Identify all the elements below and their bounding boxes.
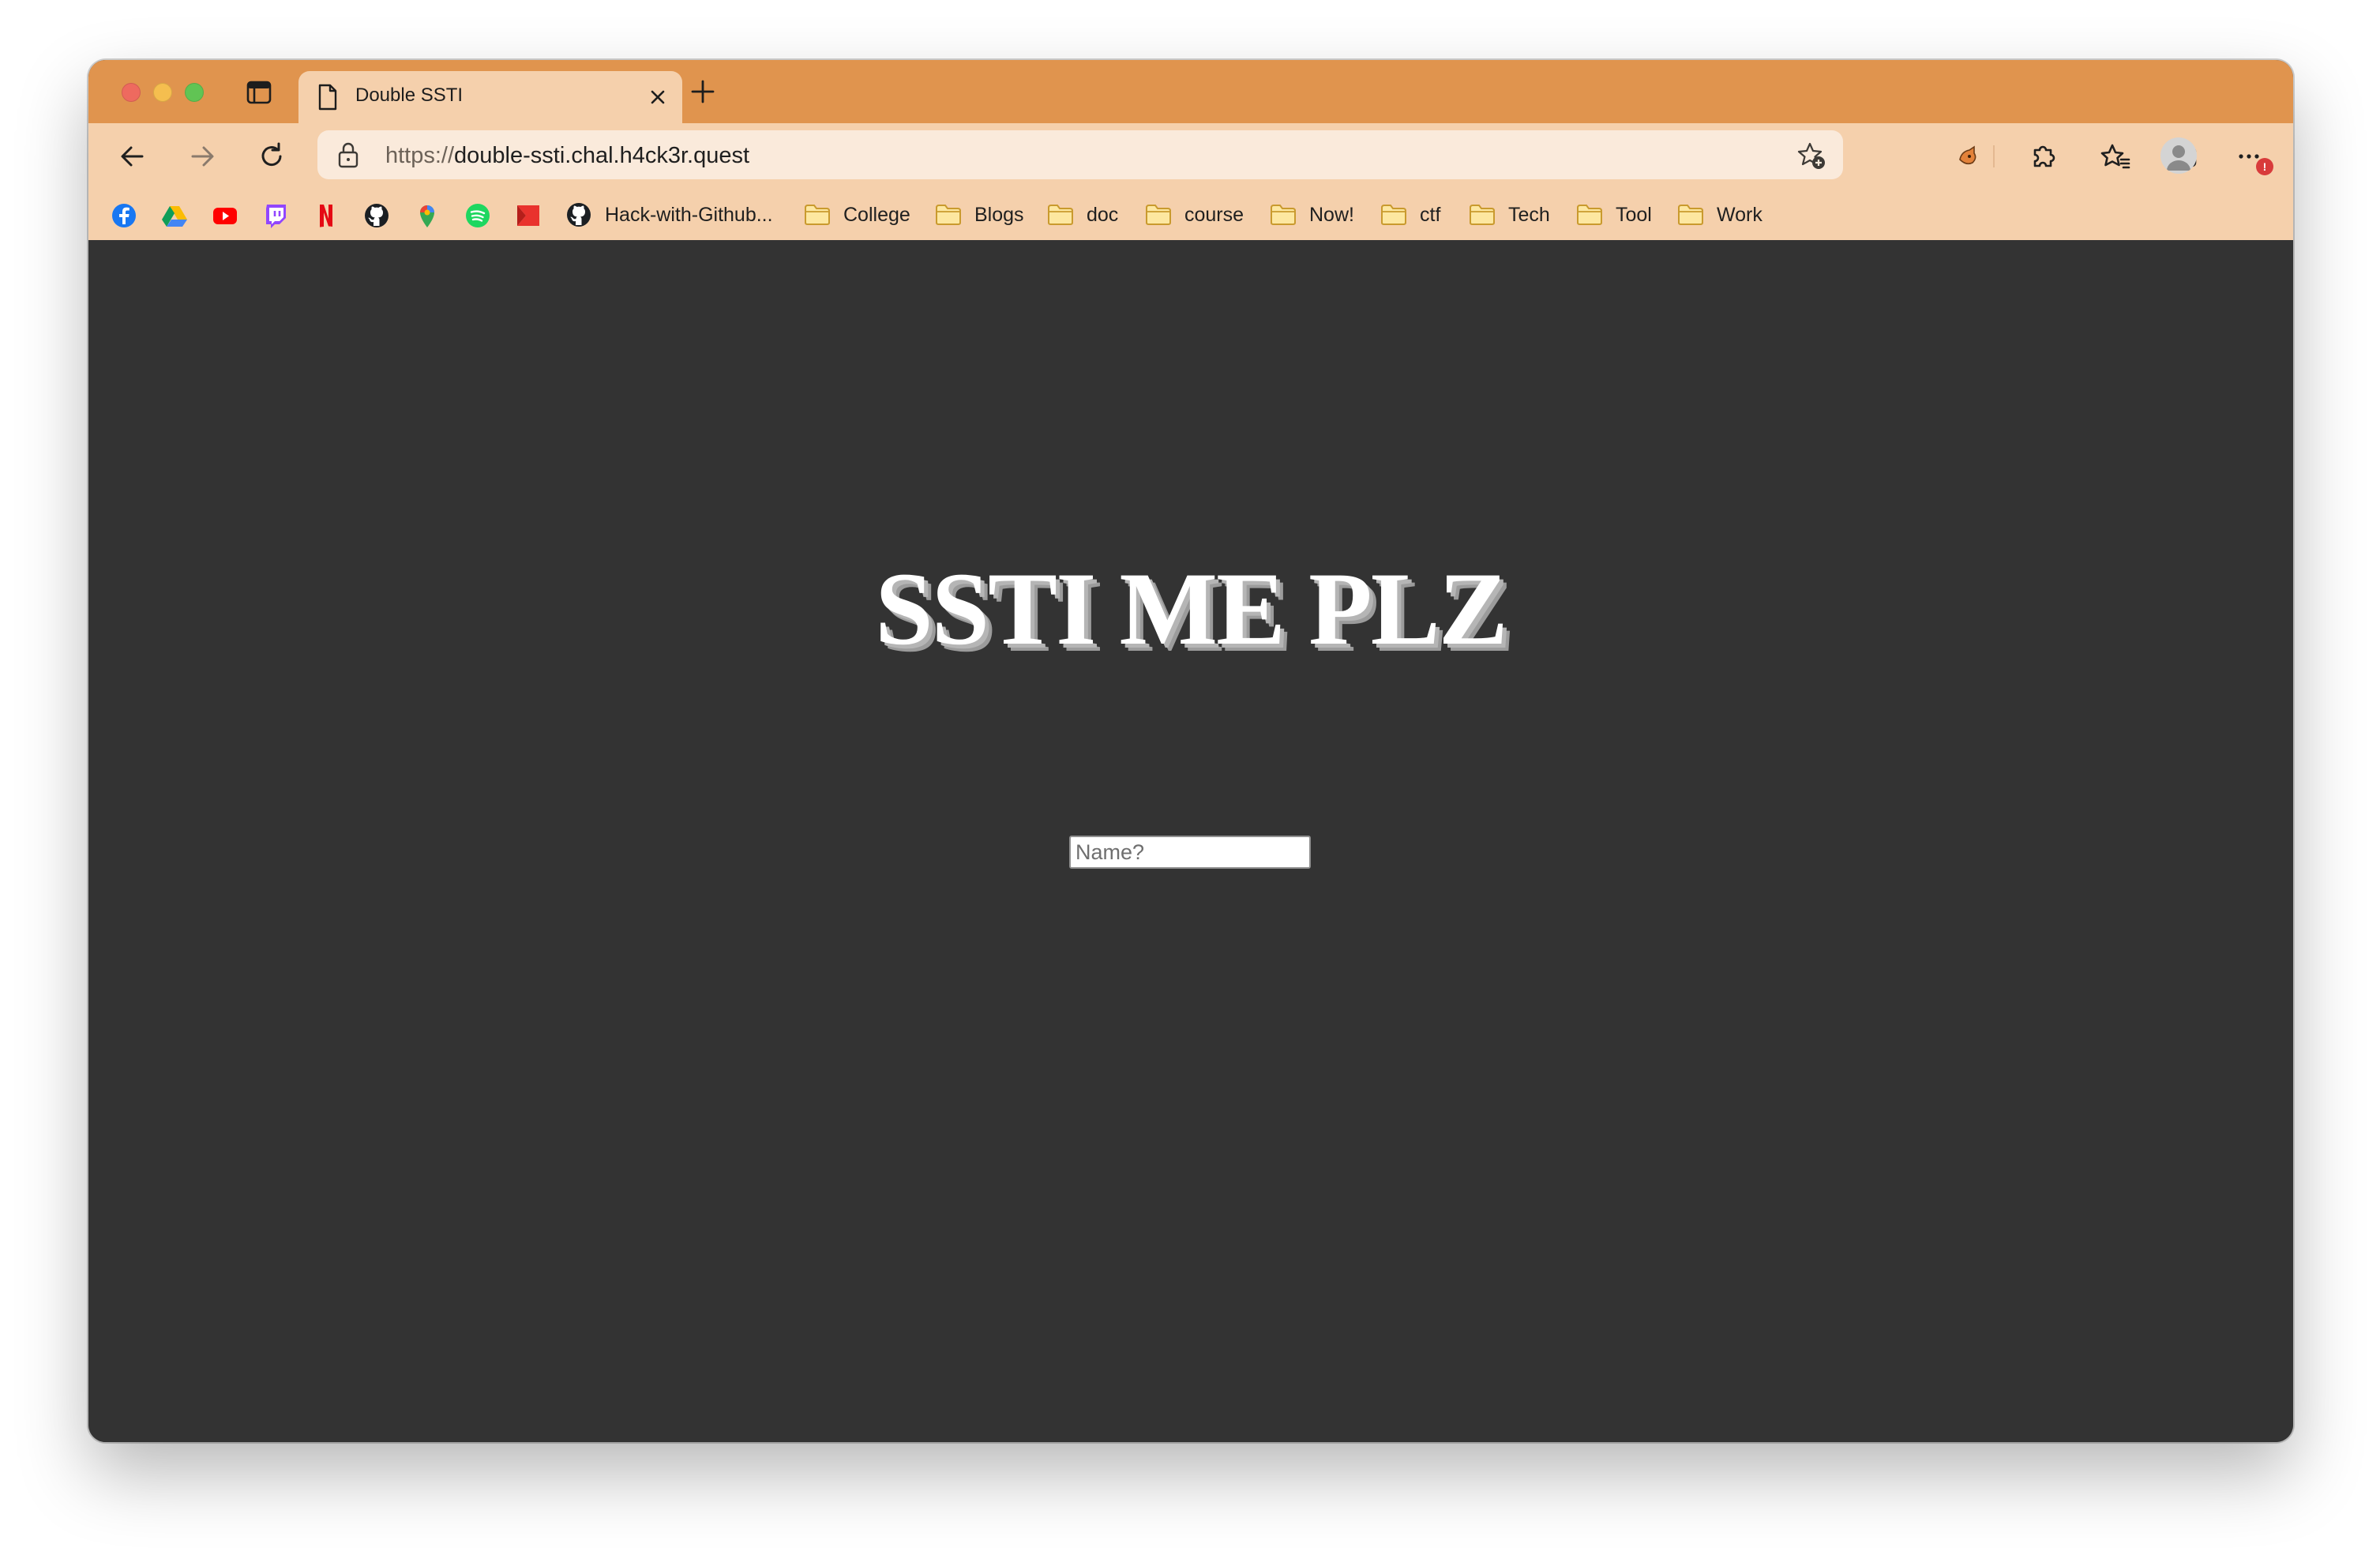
back-icon[interactable] xyxy=(115,139,150,174)
folder-icon xyxy=(1047,204,1074,226)
lock-icon[interactable] xyxy=(336,141,360,168)
extension-fox-icon[interactable] xyxy=(1950,139,1985,174)
bookmark-folder-doc[interactable]: doc xyxy=(1047,200,1118,230)
bookmark-label: Blogs xyxy=(974,203,1024,226)
forward-icon[interactable] xyxy=(185,139,220,174)
new-tab-icon[interactable] xyxy=(689,77,717,106)
page-content: SSTI ME PLZ xyxy=(88,240,2293,1442)
favorites-icon[interactable] xyxy=(2097,139,2132,174)
twitch-icon[interactable] xyxy=(262,202,289,229)
bookmark-folder-college[interactable]: College xyxy=(804,200,910,230)
bookmark-label: doc xyxy=(1087,203,1119,226)
github-icon[interactable] xyxy=(363,202,390,229)
page-icon xyxy=(317,84,338,111)
tab-title: Double SSTI xyxy=(355,85,464,106)
page-title: SSTI ME PLZ xyxy=(875,550,1508,667)
tab-actions-icon[interactable] xyxy=(246,81,272,104)
name-input[interactable] xyxy=(1069,836,1311,869)
browser-window: Double SSTI https://double-ssti.chal.h4c… xyxy=(88,60,2293,1442)
bookmarks-bar: Hack-with-Github... College Blogs doc co xyxy=(88,190,2293,240)
toolbar-divider xyxy=(1993,145,1995,167)
bookmark-label: course xyxy=(1184,203,1244,226)
maximize-window-button[interactable] xyxy=(185,83,204,102)
folder-icon xyxy=(935,204,962,226)
close-window-button[interactable] xyxy=(122,83,141,102)
folder-icon xyxy=(1270,204,1297,226)
bookmark-label: Hack-with-Github... xyxy=(605,203,773,226)
address-bar[interactable]: https://double-ssti.chal.h4ck3r.quest xyxy=(317,130,1843,179)
add-favorite-icon[interactable] xyxy=(1796,140,1827,171)
url-scheme: https:// xyxy=(385,143,455,168)
bookmark-red-icon[interactable] xyxy=(515,202,542,229)
bookmark-folder-course[interactable]: course xyxy=(1145,200,1244,230)
folder-icon xyxy=(1380,204,1407,226)
close-tab-icon[interactable] xyxy=(648,87,668,107)
google-maps-icon[interactable] xyxy=(414,202,441,229)
bookmark-label: Tech xyxy=(1508,203,1550,226)
folder-icon xyxy=(1469,204,1496,226)
youtube-icon[interactable] xyxy=(212,202,238,229)
bookmark-folder-now[interactable]: Now! xyxy=(1270,200,1354,230)
tab-strip: Double SSTI xyxy=(88,60,2293,123)
folder-icon xyxy=(804,204,831,226)
folder-icon xyxy=(1677,204,1704,226)
url-host: double-ssti.chal.h4ck3r.quest xyxy=(454,143,750,168)
toolbar: https://double-ssti.chal.h4ck3r.quest ! xyxy=(88,123,2293,190)
folder-icon xyxy=(1145,204,1172,226)
profile-avatar[interactable] xyxy=(2160,137,2197,174)
github-icon xyxy=(565,201,592,228)
bookmark-folder-work[interactable]: Work xyxy=(1677,200,1762,230)
bookmark-label: Tool xyxy=(1616,203,1652,226)
folder-icon xyxy=(1576,204,1603,226)
minimize-window-button[interactable] xyxy=(153,83,172,102)
bookmark-folder-tool[interactable]: Tool xyxy=(1576,200,1652,230)
active-tab[interactable]: Double SSTI xyxy=(298,71,682,123)
spotify-icon[interactable] xyxy=(464,202,491,229)
bookmark-folder-tech[interactable]: Tech xyxy=(1469,200,1550,230)
notification-badge: ! xyxy=(2256,158,2273,175)
extensions-icon[interactable] xyxy=(2025,139,2060,174)
bookmark-label: Now! xyxy=(1309,203,1354,226)
google-drive-icon[interactable] xyxy=(161,202,188,229)
bookmark-hack-with-github[interactable]: Hack-with-Github... xyxy=(565,200,773,230)
refresh-icon[interactable] xyxy=(254,139,289,174)
bookmark-folder-ctf[interactable]: ctf xyxy=(1380,200,1440,230)
bookmark-label: Work xyxy=(1717,203,1762,226)
bookmark-folder-blogs[interactable]: Blogs xyxy=(935,200,1024,230)
netflix-icon[interactable] xyxy=(313,202,340,229)
facebook-icon[interactable] xyxy=(111,202,137,229)
bookmark-label: College xyxy=(843,203,910,226)
bookmark-label: ctf xyxy=(1420,203,1441,226)
url-text[interactable]: https://double-ssti.chal.h4ck3r.quest xyxy=(385,143,749,169)
